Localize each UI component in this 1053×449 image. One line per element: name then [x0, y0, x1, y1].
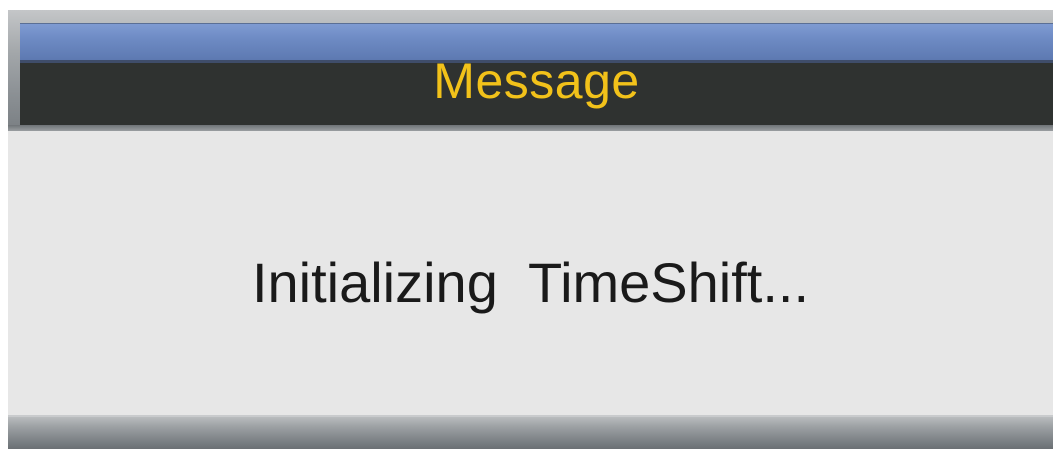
status-message: Initializing TimeShift... [251, 251, 810, 314]
title-bar: Message [20, 23, 1053, 125]
message-dialog: Message Initializing TimeShift... [8, 10, 1053, 449]
dialog-footer-bar [8, 415, 1053, 449]
title-frame: Message [8, 10, 1053, 131]
dialog-body: Initializing TimeShift... [8, 131, 1053, 417]
dialog-title: Message [433, 53, 640, 109]
